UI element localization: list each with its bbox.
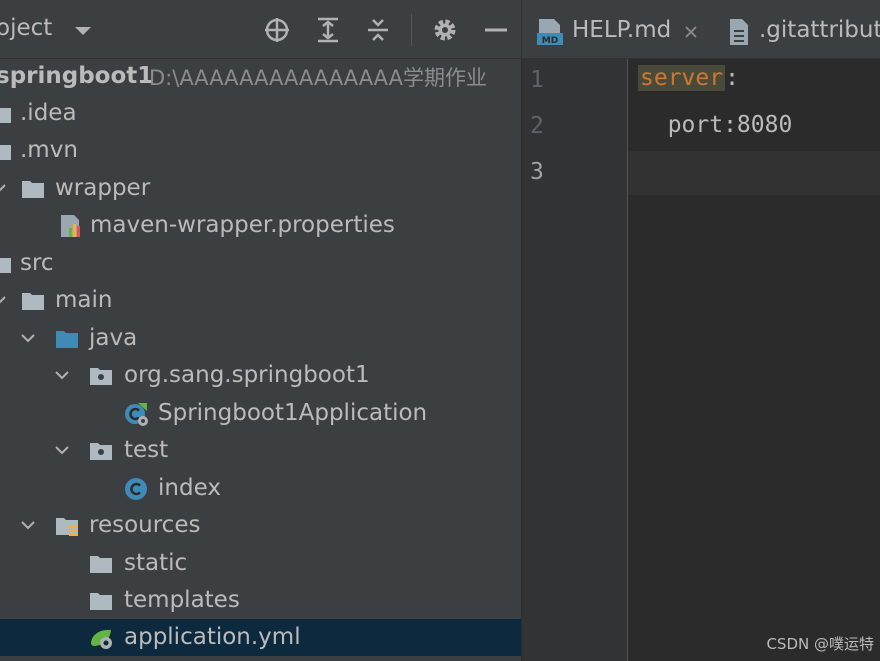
tab-label: .gitattribut	[759, 17, 880, 43]
tree-item-label: test	[124, 437, 169, 463]
tree-item-label: maven-wrapper.properties	[90, 212, 395, 238]
crosshair-icon[interactable]	[263, 16, 291, 44]
tree-item-label: java	[89, 325, 138, 351]
tree-item-label: index	[158, 475, 221, 501]
line-number: 2	[530, 113, 544, 139]
folder-icon	[90, 593, 112, 610]
editor-tab-bar: MD HELP.md .gitattribut	[521, 0, 880, 59]
tree-item-springboot1application[interactable]: Springboot1Application	[0, 395, 521, 432]
toolbar-separator	[411, 14, 412, 46]
package-icon	[90, 368, 112, 385]
chevron-down-icon[interactable]	[0, 291, 8, 309]
tree-item-package-test[interactable]: test	[0, 432, 521, 469]
tab-label: HELP.md	[572, 17, 672, 43]
tree-item-label: main	[55, 287, 113, 313]
folder-icon	[0, 258, 11, 273]
tree-item-mvn[interactable]: .mvn	[0, 132, 521, 169]
tree-item-springboot1[interactable]: springboot1 D:\AAAAAAAAAAAAAAA学期作业	[0, 58, 521, 95]
package-icon	[90, 443, 112, 460]
module-path: D:\AAAAAAAAAAAAAAA学期作业	[149, 66, 487, 90]
code-line-2: port:8080	[640, 112, 793, 138]
collapse-all-icon[interactable]	[364, 16, 392, 44]
chevron-down-icon[interactable]	[19, 516, 37, 534]
spring-yml-icon	[91, 629, 112, 649]
tree-item-application-yml[interactable]: application.yml	[0, 619, 521, 656]
project-panel: oject springboot1 D:\AAAAAAAAAAAAAAA学期作业…	[0, 0, 521, 661]
properties-file-icon	[61, 215, 80, 237]
tree-item-label: .idea	[20, 100, 77, 126]
current-line-highlight	[628, 151, 880, 195]
code-line-1: server:	[638, 65, 739, 91]
tree-item-templates[interactable]: templates	[0, 582, 521, 619]
folder-icon	[0, 145, 11, 160]
folder-icon	[22, 293, 44, 310]
tree-item-label: org.sang.springboot1	[124, 362, 370, 388]
gear-icon[interactable]	[431, 16, 459, 44]
tree-item-label: Springboot1Application	[158, 400, 428, 426]
minimize-icon[interactable]	[482, 16, 510, 44]
expand-all-icon[interactable]	[314, 16, 342, 44]
project-view-selector[interactable]: oject	[0, 15, 52, 41]
close-icon[interactable]	[684, 25, 698, 39]
tree-item-label: src	[20, 250, 54, 276]
tree-item-java[interactable]: java	[0, 320, 521, 357]
tree-item-label: static	[124, 550, 188, 576]
chevron-down-icon[interactable]	[19, 329, 37, 347]
tree-item-label: .mvn	[20, 137, 78, 163]
folder-icon	[0, 108, 11, 123]
resources-folder-icon	[56, 518, 78, 536]
tree-item-src[interactable]: src	[0, 245, 521, 282]
tree-item-label: application.yml	[124, 624, 301, 650]
tab-gitattributes[interactable]: .gitattribut	[722, 0, 880, 58]
chevron-down-icon[interactable]	[0, 179, 8, 197]
svg-text:MD: MD	[542, 36, 558, 46]
watermark: CSDN @噗运特	[766, 635, 874, 653]
chevron-down-icon[interactable]	[75, 27, 91, 35]
tree-item-maven-wrapper-properties[interactable]: maven-wrapper.properties	[0, 207, 521, 244]
code-editor[interactable]: server: port:8080	[628, 59, 880, 661]
line-number-gutter: 1 2 3	[522, 59, 628, 661]
tree-item-package-org-sang-springboot1[interactable]: org.sang.springboot1	[0, 357, 521, 394]
tree-item-idea[interactable]: .idea	[0, 95, 521, 132]
folder-icon	[22, 181, 44, 198]
chevron-down-icon[interactable]	[53, 366, 71, 384]
class-icon	[125, 478, 147, 500]
tree-item-static[interactable]: static	[0, 545, 521, 582]
tree-item-label: resources	[89, 512, 201, 538]
folder-icon	[90, 556, 112, 573]
tab-help-md[interactable]: MD HELP.md	[522, 0, 722, 58]
spring-boot-class-icon	[125, 403, 148, 426]
tree-item-resources[interactable]: resources	[0, 507, 521, 544]
tree-item-main[interactable]: main	[0, 282, 521, 319]
source-folder-icon	[56, 331, 78, 348]
tree-item-index[interactable]: index	[0, 470, 521, 507]
text-file-icon	[730, 19, 748, 45]
project-panel-header: oject	[0, 0, 521, 59]
line-number: 3	[530, 159, 544, 185]
yaml-colon: :	[725, 65, 739, 91]
tree-item-label: springboot1	[0, 63, 154, 89]
tree-item-label: wrapper	[55, 175, 151, 201]
line-number: 1	[530, 67, 544, 93]
tree-item-wrapper[interactable]: wrapper	[0, 170, 521, 207]
markdown-icon: MD	[537, 19, 563, 46]
tree-item-label: templates	[124, 587, 240, 613]
yaml-key-server: server	[638, 65, 726, 91]
chevron-down-icon[interactable]	[53, 441, 71, 459]
